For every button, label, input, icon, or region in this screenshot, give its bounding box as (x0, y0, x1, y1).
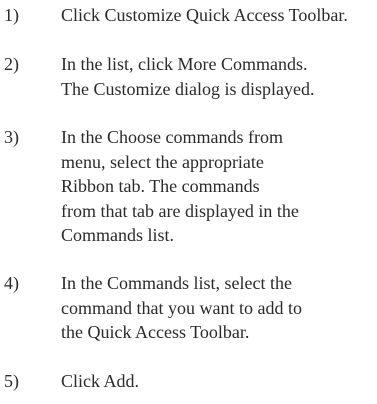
step-text-line: In the list, click More Commands. (61, 54, 308, 74)
step-text: Click Customize Quick Access Toolbar. (61, 3, 348, 28)
step-text: In the Choose commands from menu, select… (61, 125, 299, 248)
step-number: 1) (4, 5, 19, 25)
step-text-line: from that tab are displayed in the (61, 200, 299, 221)
step-number: 3) (4, 127, 19, 147)
step-text: Click Add. (61, 369, 139, 394)
step-text-line: In the Commands list, select the (61, 273, 292, 293)
step-text-line: Click Customize Quick Access Toolbar. (61, 5, 348, 25)
step-number: 5) (4, 371, 19, 391)
step-text-line: In the Choose commands from (61, 127, 283, 147)
instruction-steps: 1) Click Customize Quick Access Toolbar.… (0, 0, 377, 404)
step-text-line: command that you want to add to (61, 297, 302, 318)
step-text-line: The Customize dialog is displayed. (61, 78, 315, 99)
step-text-line: Click Add. (61, 371, 140, 391)
step-number: 4) (4, 273, 19, 293)
step-text: In the Commands list, select the command… (61, 271, 302, 345)
step-text: In the list, click More Commands. The Cu… (61, 52, 314, 101)
step-text-line: Commands list. (61, 225, 175, 245)
step-text-line: Ribbon tab. The commands (61, 176, 260, 196)
step-text-line: menu, select the appropriate (61, 151, 264, 172)
step-text-line: the Quick Access Toolbar. (61, 322, 250, 342)
step-number: 2) (4, 54, 19, 74)
